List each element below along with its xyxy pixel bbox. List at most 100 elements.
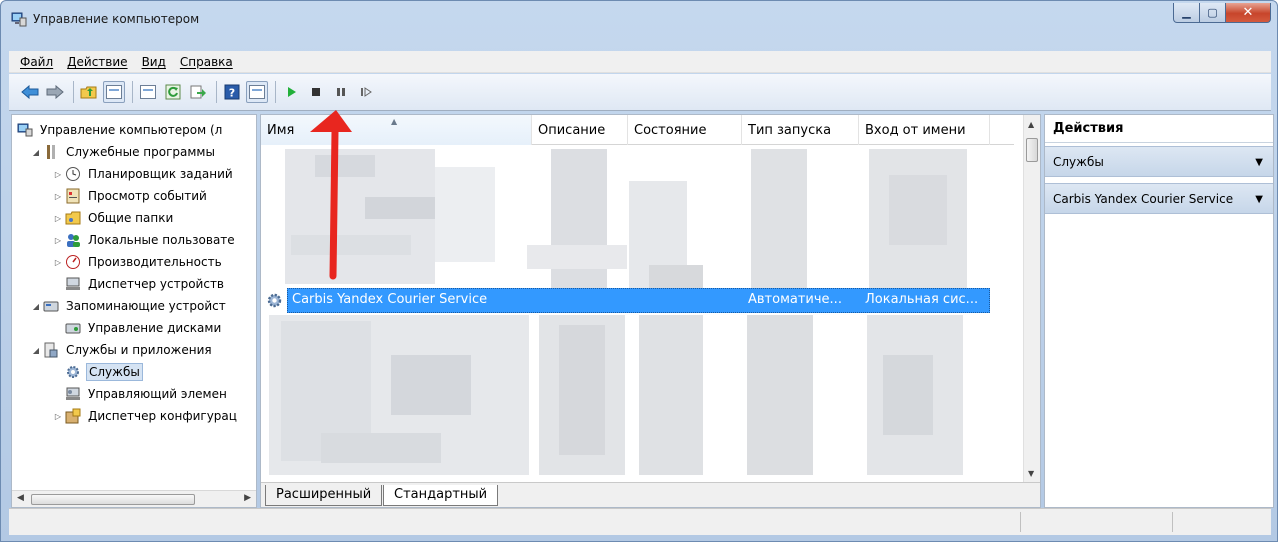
pause-service-button[interactable]	[330, 81, 352, 103]
console-tree: Управление компьютером (л ◢ Служебные пр…	[11, 114, 257, 508]
resume-service-button[interactable]	[355, 81, 377, 103]
table-row-selected[interactable]: Carbis Yandex Courier Service Автоматиче…	[261, 288, 990, 313]
menu-help[interactable]: Справка	[173, 55, 240, 69]
menu-file[interactable]: Файл	[13, 55, 60, 69]
help-icon: ?	[224, 84, 240, 100]
scroll-up-icon[interactable]: ▲	[1028, 120, 1034, 129]
expand-icon[interactable]: ▷	[52, 214, 64, 223]
minimize-button[interactable]: ▁	[1173, 3, 1200, 23]
forward-icon	[46, 85, 64, 99]
tree-horizontal-scrollbar[interactable]: ◀ ▶	[12, 490, 256, 507]
maximize-button[interactable]: ▢	[1200, 3, 1226, 23]
service-startup-cell: Автоматиче...	[748, 292, 842, 307]
start-service-button[interactable]	[280, 81, 302, 103]
collapse-icon[interactable]: ◢	[30, 148, 42, 157]
tree-item-storage[interactable]: ◢ Запоминающие устройст	[30, 295, 228, 317]
list-header: Имя ▲ Описание Состояние Тип запуска Вхо…	[261, 115, 1014, 145]
export-button[interactable]	[187, 81, 209, 103]
minimize-icon: ▁	[1182, 6, 1191, 19]
storage-icon	[42, 298, 60, 314]
services-list: Имя ▲ Описание Состояние Тип запуска Вхо…	[260, 114, 1041, 508]
computer-management-icon	[11, 12, 27, 27]
tree-item-performance[interactable]: ▷ Производительность	[52, 251, 224, 273]
scroll-left-icon[interactable]: ◀	[17, 493, 24, 503]
expand-icon[interactable]: ▷	[52, 412, 64, 421]
expand-icon[interactable]: ▷	[52, 192, 64, 201]
menu-action[interactable]: Действие	[60, 55, 134, 69]
collapse-icon[interactable]: ◢	[30, 302, 42, 311]
close-button[interactable]: ✕	[1226, 3, 1271, 23]
tree-item-disk-management[interactable]: Управление дисками	[64, 317, 223, 339]
collapse-icon[interactable]: ◢	[30, 346, 42, 355]
column-header-state[interactable]: Состояние	[628, 115, 742, 145]
tree-item-config-manager[interactable]: ▷ Диспетчер конфигурац	[52, 405, 239, 427]
forward-button[interactable]	[44, 81, 66, 103]
column-header-description[interactable]: Описание	[532, 115, 628, 145]
column-header-startup-type[interactable]: Тип запуска	[742, 115, 859, 145]
play-icon	[288, 87, 296, 97]
view-tabs: Расширенный Стандартный	[261, 482, 1040, 507]
menu-bar: Файл Действие Вид Справка	[9, 51, 1271, 73]
service-description-cell	[538, 288, 628, 313]
tree-item-services[interactable]: Службы	[64, 361, 143, 383]
scrollbar-thumb[interactable]	[31, 494, 195, 505]
tree-item-label: Управление дисками	[88, 321, 222, 335]
tree-item-system-tools[interactable]: ◢ Служебные программы	[30, 141, 217, 163]
tree-item-label: Производительность	[88, 255, 222, 269]
scroll-down-icon[interactable]: ▼	[1028, 469, 1034, 478]
pause-icon	[337, 88, 345, 96]
scroll-right-icon[interactable]: ▶	[244, 493, 251, 503]
expand-icon[interactable]: ▷	[52, 258, 64, 267]
task-scheduler-icon	[64, 166, 82, 182]
computer-management-icon	[16, 122, 34, 138]
tree-item-device-manager[interactable]: Диспетчер устройств	[64, 273, 226, 295]
expand-icon[interactable]: ▷	[52, 170, 64, 179]
actions-group-services[interactable]: Службы ▼	[1045, 146, 1273, 177]
show-action-pane-button[interactable]	[246, 81, 268, 103]
tab-standard[interactable]: Стандартный	[383, 485, 499, 506]
tree-item-label: Диспетчер устройств	[88, 277, 225, 291]
menu-view[interactable]: Вид	[135, 55, 173, 69]
service-gear-icon	[267, 293, 282, 308]
expand-icon[interactable]: ▷	[52, 236, 64, 245]
list-vertical-scrollbar[interactable]: ▲ ▼	[1023, 115, 1040, 482]
services-icon	[64, 364, 82, 380]
tree-item-event-viewer[interactable]: ▷ Просмотр событий	[52, 185, 209, 207]
tree-item-shared-folders[interactable]: ▷ Общие папки	[52, 207, 175, 229]
back-button[interactable]	[19, 81, 41, 103]
wmi-control-icon	[64, 386, 82, 402]
properties-button[interactable]	[137, 81, 159, 103]
stop-service-button[interactable]	[305, 81, 327, 103]
column-header-logon-as[interactable]: Вход от имени	[859, 115, 990, 145]
maximize-icon: ▢	[1207, 6, 1218, 19]
sort-ascending-icon: ▲	[391, 117, 398, 126]
config-manager-icon	[64, 408, 82, 424]
svg-text:?: ?	[229, 87, 235, 100]
tree-item-root[interactable]: Управление компьютером (л	[16, 119, 224, 141]
show-tree-button[interactable]	[103, 81, 125, 103]
refresh-button[interactable]	[162, 81, 184, 103]
column-header-label: Имя	[267, 122, 295, 138]
chevron-down-icon: ▼	[1255, 157, 1263, 168]
help-button[interactable]: ?	[221, 81, 243, 103]
actions-group-label: Carbis Yandex Courier Service	[1053, 192, 1234, 206]
column-header-name[interactable]: Имя ▲	[261, 115, 532, 145]
export-icon	[190, 85, 206, 99]
actions-group-selected-service[interactable]: Carbis Yandex Courier Service ▼	[1045, 183, 1273, 214]
up-folder-button[interactable]	[78, 81, 100, 103]
properties-icon	[140, 85, 156, 99]
up-folder-icon	[80, 86, 97, 99]
tree-item-label: Управление компьютером (л	[40, 123, 223, 137]
service-name-cell: Carbis Yandex Courier Service	[292, 292, 488, 307]
title-bar: Управление компьютером ▁ ▢ ✕	[1, 1, 1277, 45]
scrollbar-thumb[interactable]	[1026, 138, 1038, 162]
actions-group-label: Службы	[1053, 155, 1104, 169]
tree-item-local-users[interactable]: ▷ Локальные пользовате	[52, 229, 237, 251]
tab-extended[interactable]: Расширенный	[265, 485, 383, 506]
tree-item-label: Просмотр событий	[88, 189, 207, 203]
tree-item-services-apps[interactable]: ◢ Службы и приложения	[30, 339, 214, 361]
tree-item-wmi-control[interactable]: Управляющий элемен	[64, 383, 229, 405]
tree-item-label: Служебные программы	[66, 145, 215, 159]
chevron-down-icon: ▼	[1255, 194, 1263, 205]
tree-item-task-scheduler[interactable]: ▷ Планировщик заданий	[52, 163, 235, 185]
